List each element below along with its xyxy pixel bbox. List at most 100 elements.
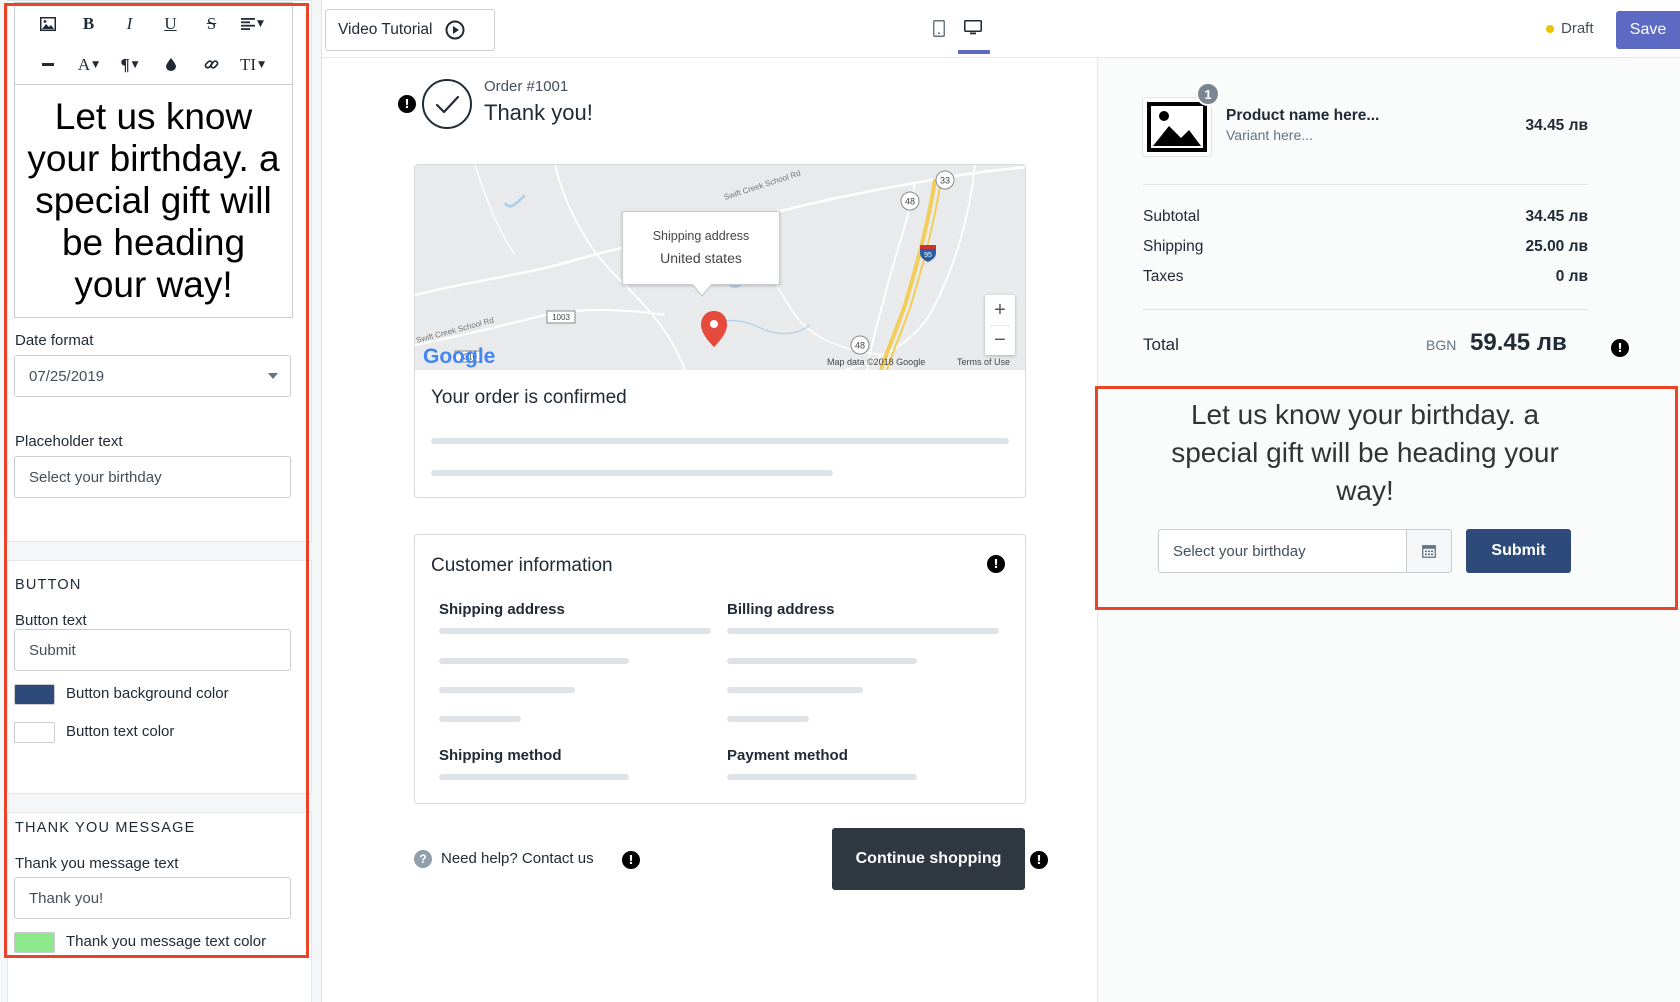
total-label: Total	[1143, 335, 1179, 354]
placeholder-line	[727, 628, 999, 634]
placeholder-line	[439, 774, 629, 780]
chevron-down-icon: ▼	[258, 59, 265, 70]
map-popup: Shipping address United states	[622, 211, 780, 297]
thank-you-color-swatch[interactable]	[14, 932, 55, 953]
rich-text-editor[interactable]: Let us know your birthday. a special gif…	[14, 84, 293, 318]
popup-value: United states	[660, 250, 742, 266]
help-contact-link[interactable]: Need help? Contact us	[441, 850, 594, 867]
rich-text-toolbar: B I U S ▼ A ▼ ¶ ▼ TI ▼	[14, 2, 293, 84]
strikethrough-icon[interactable]: S	[191, 9, 232, 39]
placeholder-line	[727, 774, 917, 780]
shipping-address-heading: Shipping address	[439, 601, 565, 618]
bold-icon[interactable]: B	[68, 9, 109, 39]
play-icon	[445, 20, 465, 40]
billing-address-heading: Billing address	[727, 601, 835, 618]
placeholder-text-input[interactable]: Select your birthday	[14, 456, 291, 498]
map-route-shield: 95	[924, 252, 932, 259]
underline-icon[interactable]: U	[150, 9, 191, 39]
text-size-icon[interactable]: TI ▼	[232, 50, 273, 80]
font-color-icon[interactable]: A ▼	[68, 50, 109, 80]
placeholder-line	[727, 658, 917, 664]
order-confirmed-title: Your order is confirmed	[431, 387, 627, 408]
insert-image-icon[interactable]	[27, 9, 68, 39]
button-settings-card	[7, 560, 312, 794]
button-section-title: BUTTON	[15, 577, 82, 593]
italic-icon[interactable]: I	[109, 9, 150, 39]
shipping-row: Shipping 25.00 лв	[1143, 238, 1588, 255]
quantity-badge: 1	[1196, 82, 1220, 106]
editor-sidebar: B I U S ▼ A ▼ ¶ ▼ TI ▼ Let us know your bir…	[0, 0, 322, 1002]
horizontal-rule-icon[interactable]	[27, 50, 68, 80]
info-icon[interactable]: !	[1611, 339, 1629, 357]
info-icon[interactable]: !	[622, 851, 640, 869]
birthday-message: Let us know your birthday. a special gif…	[1171, 399, 1559, 506]
status-badge: Draft	[1546, 20, 1594, 37]
taxes-row: Taxes 0 лв	[1143, 268, 1588, 285]
button-bg-color-swatch[interactable]	[14, 684, 55, 705]
summary-divider	[1143, 184, 1588, 185]
placeholder-line	[727, 687, 863, 693]
zoom-out-button[interactable]: −	[985, 326, 1015, 355]
popup-title: Shipping address	[652, 229, 750, 243]
info-icon[interactable]: !	[398, 95, 416, 113]
map-road-label: Swift Creek School Rd	[723, 169, 802, 202]
order-number: Order #1001	[484, 78, 569, 95]
placeholder-line	[431, 438, 1009, 444]
chevron-down-icon	[268, 373, 278, 379]
calendar-icon	[1422, 545, 1436, 558]
help-icon: ?	[414, 850, 432, 868]
birthday-date-input[interactable]: Select your birthday	[1158, 529, 1408, 573]
info-icon[interactable]: !	[987, 555, 1005, 573]
map-pin-icon[interactable]	[701, 311, 727, 347]
link-icon[interactable]	[191, 50, 232, 80]
shipping-method-heading: Shipping method	[439, 747, 562, 764]
desktop-view-active-indicator	[958, 50, 990, 54]
button-text-input[interactable]: Submit	[14, 629, 291, 671]
button-text-color-label: Button text color	[66, 723, 175, 740]
summary-divider	[1143, 309, 1588, 310]
continue-shopping-button[interactable]: Continue shopping	[832, 828, 1025, 890]
fill-color-icon[interactable]	[150, 50, 191, 80]
chevron-down-icon: ▼	[131, 59, 139, 70]
placeholder-line	[439, 716, 521, 722]
thank-you-section-title: THANK YOU MESSAGE	[15, 820, 196, 836]
placeholder-line	[727, 716, 809, 722]
calendar-button[interactable]	[1406, 529, 1452, 573]
desktop-view-icon[interactable]	[964, 20, 982, 36]
zoom-in-button[interactable]: +	[985, 295, 1015, 325]
placeholder-line	[439, 628, 711, 634]
product-variant: Variant here...	[1226, 127, 1313, 143]
button-text-color-swatch[interactable]	[14, 722, 55, 743]
product-price: 34.45 лв	[1525, 117, 1588, 134]
date-format-select[interactable]: 07/25/2019	[14, 355, 291, 397]
total-amount: 59.45 лв	[1470, 329, 1567, 356]
map-attribution: Map data ©2018 Google	[827, 357, 925, 367]
thank-you-text-input[interactable]: Thank you!	[14, 877, 291, 919]
map-terms-link[interactable]: Terms of Use	[957, 357, 1010, 367]
placeholder-text-label: Placeholder text	[15, 433, 123, 450]
birthday-submit-button[interactable]: Submit	[1466, 529, 1571, 573]
date-format-label: Date format	[15, 332, 94, 349]
subtotal-row: Subtotal 34.45 лв	[1143, 208, 1588, 225]
map-route-shield: 1003	[552, 313, 570, 322]
currency-code: BGN	[1426, 337, 1457, 353]
paragraph-icon[interactable]: ¶ ▼	[109, 50, 150, 80]
product-thumbnail	[1142, 97, 1212, 157]
info-icon[interactable]: !	[1030, 851, 1048, 869]
google-logo: Google	[423, 345, 495, 368]
align-icon[interactable]: ▼	[232, 9, 273, 39]
video-tutorial-button[interactable]: Video Tutorial	[325, 9, 495, 51]
customer-info-title: Customer information	[431, 555, 613, 576]
map-zoom-control: + −	[985, 295, 1015, 355]
map-route-shield: 33	[940, 176, 950, 186]
payment-method-heading: Payment method	[727, 747, 848, 764]
thank-you-heading: Thank you!	[484, 100, 593, 125]
top-bar	[322, 0, 1680, 58]
shipping-map[interactable]: Swift Creek School Rd Swift Creek School…	[415, 165, 1025, 370]
mobile-view-icon[interactable]	[933, 20, 945, 37]
save-button[interactable]: Save	[1616, 11, 1680, 49]
placeholder-line	[439, 687, 575, 693]
placeholder-line	[439, 658, 629, 664]
product-name: Product name here...	[1226, 107, 1380, 124]
chevron-down-icon: ▼	[92, 59, 100, 70]
